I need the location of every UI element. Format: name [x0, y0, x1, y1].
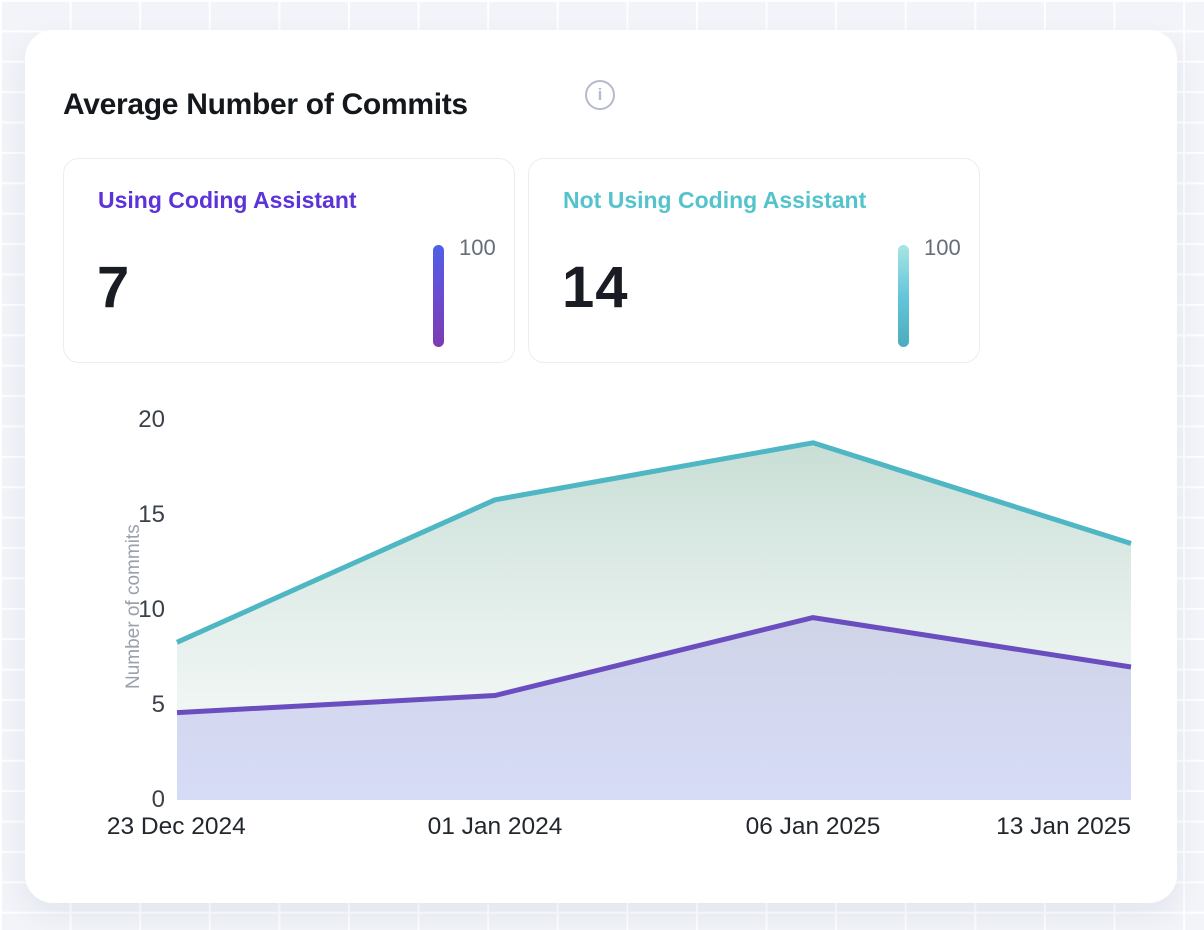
stat-card-using-assistant: Using Coding Assistant 7 100 — [63, 158, 515, 363]
stat-value: 14 — [562, 254, 629, 321]
stat-label: Not Using Coding Assistant — [563, 187, 866, 214]
y-tick-label: 0 — [103, 786, 165, 814]
stat-label: Using Coding Assistant — [98, 187, 357, 214]
stat-value: 7 — [97, 254, 130, 321]
stat-scale-max: 100 — [459, 235, 496, 261]
stat-card-not-using-assistant: Not Using Coding Assistant 14 100 — [528, 158, 980, 363]
average-commits-card: Average Number of Commits i Using Coding… — [25, 30, 1177, 903]
page-title: Average Number of Commits — [63, 88, 468, 122]
x-tick-label: 23 Dec 2024 — [107, 813, 246, 841]
x-tick-label: 06 Jan 2025 — [746, 813, 881, 841]
x-tick-label: 13 Jan 2025 — [996, 813, 1131, 841]
stat-scale-bar — [433, 245, 444, 347]
commits-area-chart[interactable] — [177, 420, 1131, 800]
y-tick-label: 20 — [103, 406, 165, 434]
stat-scale-bar — [898, 245, 909, 347]
x-tick-label: 01 Jan 2024 — [428, 813, 563, 841]
stat-scale-max: 100 — [924, 235, 961, 261]
y-axis-title: Number of commits — [121, 512, 147, 702]
info-icon[interactable]: i — [585, 80, 615, 110]
